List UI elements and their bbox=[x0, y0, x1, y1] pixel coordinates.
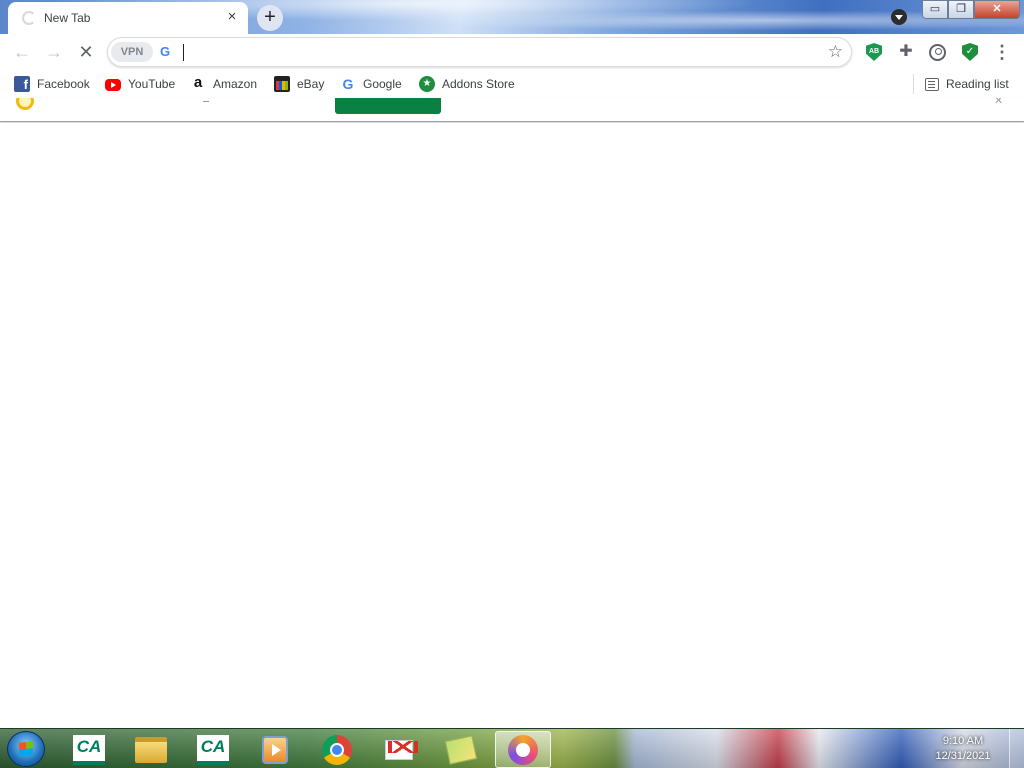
text-cursor bbox=[183, 44, 184, 61]
addons-store-icon: ★ bbox=[419, 76, 435, 92]
bookmark-ebay[interactable]: eBay bbox=[274, 75, 324, 93]
address-input[interactable] bbox=[186, 42, 806, 64]
adblock-extension-icon[interactable]: AB bbox=[866, 43, 882, 61]
address-bar[interactable]: VPN G ☆ bbox=[107, 37, 852, 67]
infobar-icon bbox=[16, 98, 34, 110]
extensions-puzzle-icon[interactable]: ✚ bbox=[896, 42, 916, 62]
folder-icon bbox=[135, 736, 167, 763]
taskbar-app-sticky-notes[interactable] bbox=[433, 731, 489, 768]
infobar-action-button[interactable] bbox=[335, 98, 441, 114]
chrome-icon bbox=[322, 734, 352, 765]
gmail-icon bbox=[385, 739, 418, 760]
clock-date: 12/31/2021 bbox=[935, 750, 991, 762]
bookmark-label: Amazon bbox=[213, 77, 258, 91]
tab-new-tab[interactable]: New Tab × bbox=[8, 2, 248, 34]
taskbar: CA CA 9:10 AM 12/31/2021 bbox=[0, 728, 1024, 768]
taskbar-app-media-player[interactable] bbox=[247, 731, 303, 768]
forward-button[interactable]: → bbox=[42, 40, 66, 64]
browser-menu-button[interactable]: ⋮ bbox=[992, 42, 1012, 62]
browser-toolbar: ← → ✕ VPN G ☆ AB ✚ ✓ ⋮ bbox=[0, 34, 1024, 70]
system-clock[interactable]: 9:10 AM 12/31/2021 bbox=[928, 734, 998, 764]
close-window-button[interactable]: ✕ bbox=[974, 0, 1020, 19]
ebay-icon bbox=[274, 76, 290, 92]
back-button[interactable]: ← bbox=[10, 40, 34, 64]
restore-button[interactable]: ❐ bbox=[948, 0, 974, 19]
taskbar-app-credit-agricole-2[interactable]: CA bbox=[185, 731, 241, 768]
bookmark-youtube[interactable]: YouTube bbox=[105, 75, 175, 93]
media-player-icon bbox=[262, 735, 288, 764]
stop-loading-button[interactable]: ✕ bbox=[74, 40, 98, 64]
bookmark-google[interactable]: G Google bbox=[340, 75, 402, 93]
tab-search-button[interactable] bbox=[891, 9, 907, 25]
vpn-app-icon bbox=[508, 734, 538, 765]
taskbar-app-gmail[interactable] bbox=[371, 731, 427, 768]
bookmarks-divider bbox=[913, 74, 914, 94]
tab-strip: New Tab × + ▭ ❐ ✕ bbox=[0, 0, 1024, 34]
taskbar-app-file-explorer[interactable] bbox=[123, 731, 179, 768]
bookmark-label: Addons Store bbox=[442, 77, 515, 91]
taskbar-app-credit-agricole[interactable]: CA bbox=[61, 731, 117, 768]
vpn-button[interactable]: VPN bbox=[111, 42, 153, 62]
bookmark-star-icon[interactable]: ☆ bbox=[828, 42, 843, 62]
taskbar-app-chrome[interactable] bbox=[309, 731, 365, 768]
bookmark-facebook[interactable]: f Facebook bbox=[14, 75, 90, 93]
start-button[interactable] bbox=[7, 731, 45, 767]
youtube-icon bbox=[105, 79, 121, 91]
infobar: ✕ bbox=[0, 98, 1024, 122]
bookmark-label: eBay bbox=[297, 77, 325, 91]
credit-agricole-icon: CA bbox=[197, 734, 229, 765]
infobar-close-icon[interactable]: ✕ bbox=[994, 98, 1003, 107]
window-controls: ▭ ❐ ✕ bbox=[922, 0, 1020, 20]
tab-title: New Tab bbox=[44, 11, 91, 25]
new-tab-button[interactable]: + bbox=[257, 5, 283, 31]
loading-spinner-icon bbox=[22, 11, 36, 25]
minimize-button[interactable]: ▭ bbox=[922, 0, 948, 19]
bookmark-label: Google bbox=[363, 77, 402, 91]
reading-list-button[interactable]: Reading list bbox=[925, 75, 1009, 93]
profile-icon[interactable] bbox=[929, 44, 946, 61]
facebook-icon: f bbox=[14, 76, 30, 92]
sticky-notes-icon bbox=[444, 734, 478, 765]
google-icon: G bbox=[342, 76, 354, 92]
google-search-engine-icon: G bbox=[160, 44, 171, 59]
show-desktop-button[interactable] bbox=[1009, 729, 1024, 768]
taskbar-app-vpn[interactable] bbox=[495, 731, 551, 768]
page-content bbox=[0, 123, 1024, 728]
tab-close-button[interactable]: × bbox=[224, 9, 240, 25]
amazon-icon: a bbox=[193, 74, 203, 91]
bookmark-amazon[interactable]: a Amazon bbox=[190, 75, 257, 93]
bookmark-addons-store[interactable]: ★ Addons Store bbox=[419, 75, 515, 93]
security-shield-extension-icon[interactable]: ✓ bbox=[962, 43, 978, 61]
clock-time: 9:10 AM bbox=[942, 735, 984, 747]
reading-list-icon bbox=[925, 77, 939, 91]
bookmarks-bar: f Facebook YouTube a Amazon eBay G Googl… bbox=[0, 70, 1024, 98]
bookmark-label: YouTube bbox=[128, 77, 176, 91]
reading-list-label: Reading list bbox=[946, 77, 1009, 91]
credit-agricole-icon: CA bbox=[73, 734, 105, 765]
bookmark-label: Facebook bbox=[37, 77, 90, 91]
infobar-text-fragment bbox=[203, 98, 209, 102]
